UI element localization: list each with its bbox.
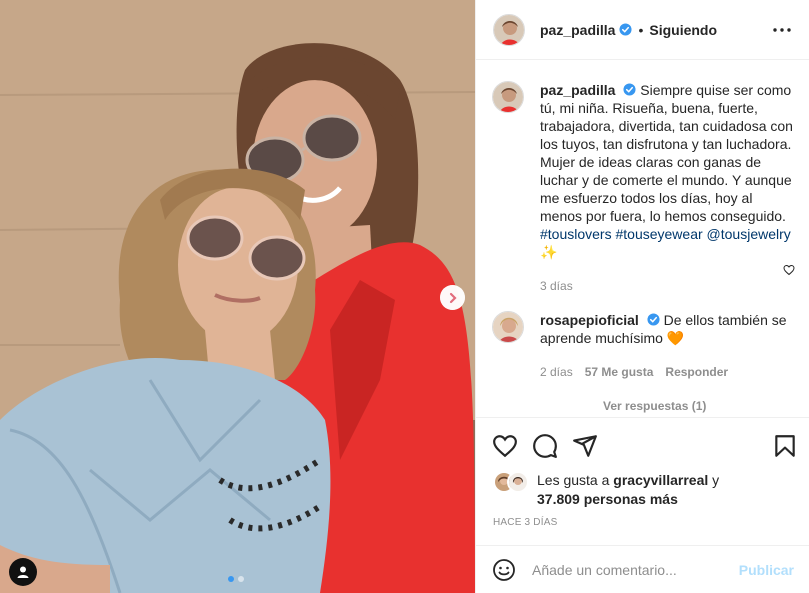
caption-time[interactable]: 3 días bbox=[540, 277, 573, 295]
commenter-username[interactable]: rosapepioficial bbox=[540, 312, 639, 328]
heart-icon[interactable] bbox=[492, 433, 518, 459]
caption-author[interactable]: paz_padilla bbox=[540, 82, 615, 98]
carousel-dot-active bbox=[228, 576, 234, 582]
following-button[interactable]: Siguiendo bbox=[649, 22, 717, 38]
more-options-icon bbox=[773, 28, 791, 32]
more-options-button[interactable] bbox=[772, 20, 792, 40]
carousel-dot bbox=[238, 576, 244, 582]
post-header: paz_padilla • Siguiendo bbox=[476, 0, 809, 60]
post-actions bbox=[476, 417, 809, 465]
reply-button[interactable]: Responder bbox=[665, 363, 728, 381]
chevron-right-icon bbox=[449, 292, 457, 303]
bookmark-icon[interactable] bbox=[772, 433, 798, 459]
next-image-button-overlay bbox=[440, 285, 465, 310]
liker-avatar bbox=[507, 471, 529, 493]
likes-conj: y bbox=[712, 472, 720, 488]
likes-text: Les gusta a gracyvillarreal y 37.809 per… bbox=[537, 471, 719, 509]
hashtag-link[interactable]: #touseyewear bbox=[615, 226, 702, 242]
instagram-post-modal: paz_padilla • Siguiendo paz_padilla Siem… bbox=[0, 0, 809, 593]
hashtag-link[interactable]: #touslovers bbox=[540, 226, 612, 242]
post-timestamp[interactable]: HACE 3 DÍAS bbox=[493, 517, 557, 528]
likes-prefix: Les gusta a bbox=[537, 472, 610, 488]
caption-author-avatar[interactable] bbox=[492, 81, 524, 113]
comment-body: rosapepioficial De ellos también se apre… bbox=[540, 311, 794, 381]
carousel-indicator bbox=[228, 576, 244, 582]
separator-dot: • bbox=[638, 21, 644, 38]
comment-input[interactable] bbox=[532, 561, 722, 578]
liker-username[interactable]: gracyvillarreal bbox=[613, 472, 708, 488]
comment-time[interactable]: 2 días bbox=[540, 363, 573, 381]
caption-meta: 3 días bbox=[540, 277, 794, 295]
user-tag-icon bbox=[17, 566, 29, 578]
comments-list[interactable]: paz_padilla Siempre quise ser como tú, m… bbox=[476, 61, 809, 416]
verified-badge-icon bbox=[647, 313, 660, 326]
smiley-icon[interactable] bbox=[492, 558, 516, 582]
comment-meta: 2 días 57 Me gusta Responder bbox=[540, 363, 794, 381]
publish-button[interactable]: Publicar bbox=[739, 562, 794, 578]
verified-badge-icon bbox=[619, 23, 633, 36]
verified-badge-icon bbox=[623, 83, 636, 96]
user-tags-button[interactable] bbox=[9, 558, 37, 586]
post-photo[interactable] bbox=[0, 0, 475, 593]
liker-avatars[interactable] bbox=[493, 471, 531, 493]
comment-item: rosapepioficial De ellos también se apre… bbox=[492, 311, 794, 381]
orange-heart-emoji: 🧡 bbox=[666, 330, 685, 346]
paper-plane-icon[interactable] bbox=[572, 433, 598, 459]
sparkle-emoji: ✨ bbox=[540, 244, 558, 260]
commenter-avatar[interactable] bbox=[492, 311, 524, 343]
caption-body: paz_padilla Siempre quise ser como tú, m… bbox=[540, 81, 794, 295]
author-username[interactable]: paz_padilla bbox=[540, 22, 615, 38]
comment-like-heart-icon[interactable] bbox=[783, 264, 795, 276]
view-replies-link[interactable]: Ver respuestas (1) bbox=[603, 399, 794, 413]
caption: paz_padilla Siempre quise ser como tú, m… bbox=[492, 81, 794, 295]
post-image bbox=[0, 0, 475, 593]
caption-text: Siempre quise ser como tú, mi niña. Risu… bbox=[540, 82, 793, 224]
author-avatar[interactable] bbox=[493, 13, 525, 46]
mention-link[interactable]: @tousjewelry bbox=[707, 226, 791, 242]
likes-others-link[interactable]: 37.809 personas más bbox=[537, 491, 678, 507]
comment-bubble-icon[interactable] bbox=[532, 433, 558, 459]
likes-summary: Les gusta a gracyvillarreal y 37.809 per… bbox=[493, 471, 793, 509]
post-side-panel: paz_padilla • Siguiendo paz_padilla Siem… bbox=[475, 0, 809, 593]
add-comment-bar: Publicar bbox=[476, 545, 809, 593]
comment-likes[interactable]: 57 Me gusta bbox=[585, 363, 654, 381]
